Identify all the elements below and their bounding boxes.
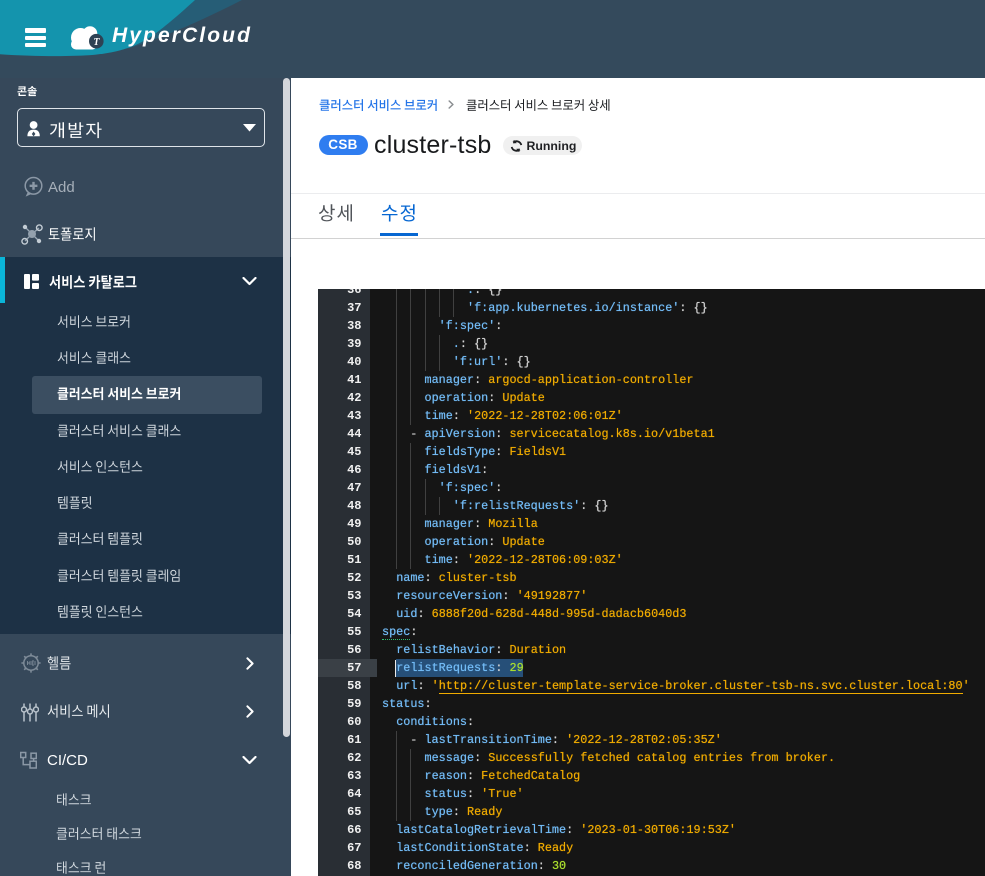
svg-text:T: T — [93, 37, 100, 48]
